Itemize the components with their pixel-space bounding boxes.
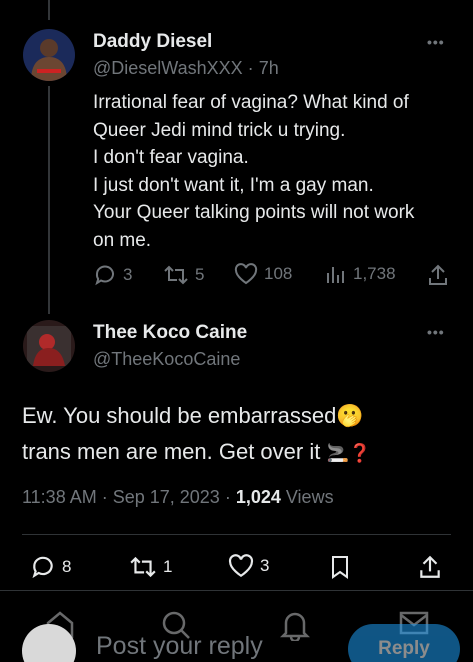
parent-views-button[interactable]: 1,738 <box>325 263 396 285</box>
like-count: 3 <box>260 556 270 575</box>
cigarette-question-emoji-icon: 🚬❓ <box>326 443 372 463</box>
parent-author-name[interactable]: Daddy Diesel <box>93 31 212 53</box>
parent-author-handle[interactable]: @DieselWashXXX · 7h <box>93 58 279 79</box>
views-count: 1,738 <box>353 264 396 283</box>
separator: · <box>96 487 113 507</box>
parent-like-button[interactable]: 108 <box>234 263 292 285</box>
text-line: Your Queer talking points will not work <box>93 202 415 223</box>
separator: · <box>247 58 254 78</box>
thread-line-top <box>48 0 50 20</box>
parent-tweet-text: Irrational fear of vagina? What kind of … <box>93 89 463 254</box>
main-bookmark-button[interactable] <box>329 554 351 580</box>
tweet-time[interactable]: 11:38 AM <box>22 487 97 507</box>
heart-icon <box>234 263 258 285</box>
reply-icon <box>95 265 114 286</box>
like-count: 108 <box>264 264 293 283</box>
text-line: I don't fear vagina. <box>93 147 249 168</box>
thread-line <box>48 86 50 314</box>
share-icon <box>420 555 440 578</box>
main-author-avatar[interactable] <box>23 320 75 372</box>
tweet-meta: 11:38 AM · Sep 17, 2023 · 1,024 Views <box>22 487 334 508</box>
notifications-icon[interactable] <box>280 609 310 641</box>
bookmark-icon <box>332 556 348 579</box>
parent-author-avatar[interactable] <box>23 29 75 81</box>
main-author-handle[interactable]: @TheeKocoCaine <box>93 349 240 370</box>
separator: · <box>219 487 236 507</box>
reply-input[interactable]: Post your reply <box>96 632 263 661</box>
retweet-count: 5 <box>195 265 205 284</box>
views-count[interactable]: 1,024 <box>236 487 281 507</box>
divider <box>22 534 451 535</box>
main-reply-button[interactable]: 8 <box>30 554 71 580</box>
reply-button[interactable]: Reply <box>348 624 460 662</box>
main-share-button[interactable] <box>418 554 442 580</box>
text-line: Queer Jedi mind trick u trying. <box>93 119 346 141</box>
parent-share-button[interactable] <box>427 263 449 287</box>
shush-emoji-icon: 🫢 <box>336 403 364 428</box>
text-line: on me. <box>93 229 152 251</box>
main-retweet-button[interactable]: 1 <box>129 554 172 580</box>
text-line: Irrational fear of vagina? What kind of <box>93 92 409 113</box>
parent-more-icon[interactable]: ••• <box>427 34 445 50</box>
parent-retweet-button[interactable]: 5 <box>163 263 204 287</box>
share-icon <box>429 264 447 285</box>
main-like-button[interactable]: 3 <box>228 554 269 578</box>
parent-reply-button[interactable]: 3 <box>93 263 132 287</box>
reply-icon <box>32 556 53 579</box>
text-line: I just don't want it, I'm a gay man. <box>93 174 374 196</box>
retweet-count: 1 <box>163 557 173 576</box>
views-icon <box>327 267 344 283</box>
timestamp[interactable]: 7h <box>259 58 279 78</box>
views-label: Views <box>280 487 334 507</box>
text-line-1: Ew. You should be embarrassed <box>22 403 337 428</box>
reply-count: 8 <box>62 557 72 576</box>
handle-text: @DieselWashXXX <box>93 58 243 78</box>
text-line: Ew. You should be embarrassed🫢 <box>22 398 462 434</box>
retweet-icon <box>164 265 188 285</box>
retweet-icon <box>130 556 156 578</box>
tweet-date[interactable]: Sep 17, 2023 <box>113 487 220 507</box>
reply-count: 3 <box>123 265 133 284</box>
main-more-icon[interactable]: ••• <box>427 324 445 340</box>
main-tweet-text: Ew. You should be embarrassed🫢 trans men… <box>22 398 462 471</box>
text-line: trans men are men. Get over it 🚬❓ <box>22 434 462 471</box>
heart-icon <box>228 554 254 578</box>
text-line-2: trans men are men. Get over it <box>22 439 321 464</box>
main-author-name[interactable]: Thee Koco Caine <box>93 322 247 344</box>
